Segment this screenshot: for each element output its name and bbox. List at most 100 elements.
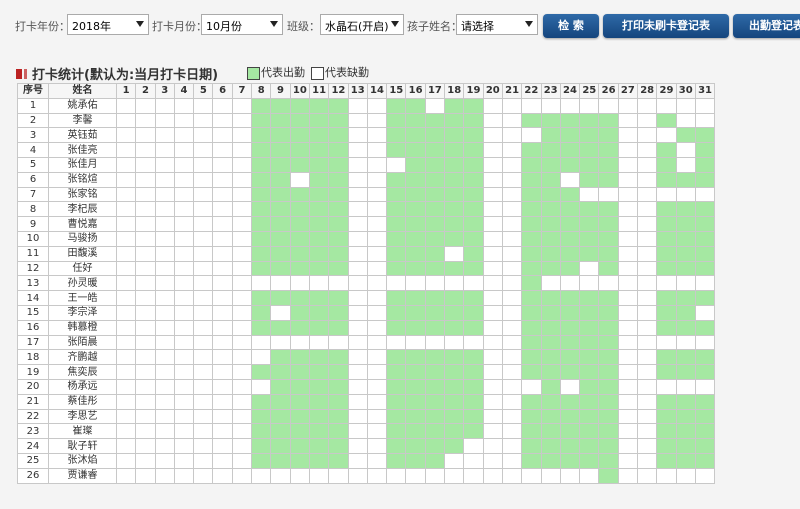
attendance-cell-present [270, 364, 291, 380]
row-index: 18 [17, 349, 49, 366]
attendance-cell-absent [366, 230, 388, 247]
print-unpunched-button[interactable]: 打印未刷卡登记表 [603, 14, 729, 38]
attendance-cell-absent [347, 230, 368, 247]
attendance-cell-present [598, 452, 619, 469]
attendance-cell-absent [193, 364, 214, 380]
attendance-cell-absent [637, 290, 658, 306]
attendance-cell-absent [212, 349, 233, 366]
attendance-cell-absent [154, 97, 175, 114]
row-index: 24 [17, 438, 49, 454]
filter-bar: 打卡年份： 2018年 打卡月份： 10月份 班级： 水晶石(开启) 孩子姓名：… [0, 0, 800, 52]
attendance-cell-present [424, 216, 446, 232]
attendance-cell-present [308, 290, 330, 306]
attendance-cell-absent [347, 260, 368, 277]
attendance-cell-absent [135, 467, 156, 484]
attendance-cell-present [463, 260, 484, 277]
attendance-cell-absent [501, 112, 523, 129]
attendance-cell-absent [115, 260, 137, 277]
attendance-cell-absent [231, 201, 253, 218]
table-row: 16 韩慕橙 [17, 319, 716, 336]
attendance-cell-absent [173, 423, 195, 440]
child-select[interactable]: 请选择 [456, 14, 538, 35]
attendance-cell-absent [366, 364, 388, 380]
attendance-cell-absent [675, 334, 696, 351]
row-name: 张铭煊 [48, 171, 117, 188]
table-row: 22 李思艺 [17, 408, 716, 425]
month-select[interactable]: 10月份 [201, 14, 283, 35]
attendance-cell-absent [617, 260, 639, 277]
row-name: 张佳月 [48, 156, 117, 173]
table-row: 4 张佳亮 [17, 142, 716, 158]
attendance-cell-absent [347, 393, 368, 410]
attendance-cell-present [405, 319, 426, 336]
attendance-cell-absent [501, 438, 523, 454]
attendance-cell-absent [501, 319, 523, 336]
attendance-cell-absent [231, 112, 253, 129]
attendance-cell-present [289, 304, 310, 321]
row-index: 17 [17, 334, 49, 351]
attendance-cell-present [521, 290, 542, 306]
attendance-cell-present [424, 186, 446, 203]
attendance-cell-present [675, 245, 696, 262]
attendance-cell-present [251, 186, 272, 203]
attendance-cell-absent [193, 319, 214, 336]
attendance-cell-present [559, 349, 581, 366]
attendance-cell-absent [482, 467, 503, 484]
attendance-cell-absent [115, 423, 137, 440]
attendance-register-button[interactable]: 出勤登记表 [733, 14, 800, 38]
attendance-cell-present [559, 408, 581, 425]
row-index: 19 [17, 364, 49, 380]
attendance-cell-present [424, 142, 446, 158]
header-day: 24 [559, 83, 581, 99]
attendance-cell-absent [617, 216, 639, 232]
attendance-cell-absent [115, 319, 137, 336]
attendance-cell-absent [173, 275, 195, 292]
attendance-cell-present [289, 112, 310, 129]
attendance-cell-absent [154, 127, 175, 144]
attendance-cell-absent [637, 216, 658, 232]
header-day: 2 [135, 83, 156, 99]
attendance-cell-absent [115, 127, 137, 144]
attendance-cell-present [270, 349, 291, 366]
attendance-cell-present [656, 290, 677, 306]
year-select[interactable]: 2018年 [67, 14, 149, 35]
attendance-cell-present [405, 142, 426, 158]
attendance-cell-present [656, 304, 677, 321]
attendance-cell-absent [212, 112, 233, 129]
attendance-cell-absent [366, 408, 388, 425]
attendance-cell-absent [135, 304, 156, 321]
class-select[interactable]: 水晶石(开启) [320, 14, 404, 35]
attendance-cell-absent [637, 201, 658, 218]
attendance-cell-present [424, 349, 446, 366]
attendance-cell-absent [173, 438, 195, 454]
header-day: 3 [154, 83, 175, 99]
attendance-cell-present [559, 216, 581, 232]
attendance-cell-absent [135, 408, 156, 425]
attendance-cell-absent [193, 423, 214, 440]
attendance-cell-present [328, 156, 349, 173]
attendance-cell-absent [617, 245, 639, 262]
search-button[interactable]: 检 索 [543, 14, 599, 38]
attendance-cell-present [656, 408, 677, 425]
attendance-cell-present [270, 142, 291, 158]
attendance-cell-absent [482, 334, 503, 351]
attendance-cell-present [540, 438, 561, 454]
attendance-cell-absent [405, 334, 426, 351]
attendance-cell-absent [501, 378, 523, 395]
attendance-cell-present [675, 393, 696, 410]
attendance-cell-absent [347, 275, 368, 292]
attendance-cell-present [521, 408, 542, 425]
attendance-cell-absent [637, 112, 658, 129]
attendance-cell-present [386, 438, 407, 454]
attendance-cell-present [579, 171, 600, 188]
attendance-cell-absent [366, 304, 388, 321]
table-header-row: 序号 姓名 1 2 3 4 5 6 7 8 9 10 11 12 13 14 15 16 17 18 19 20 21 2… [17, 83, 716, 99]
attendance-cell-present [308, 304, 330, 321]
attendance-cell-absent [193, 467, 214, 484]
attendance-cell-absent [231, 393, 253, 410]
attendance-cell-present [251, 452, 272, 469]
attendance-cell-present [328, 364, 349, 380]
attendance-cell-absent [637, 423, 658, 440]
attendance-cell-absent [617, 230, 639, 247]
attendance-cell-present [424, 230, 446, 247]
